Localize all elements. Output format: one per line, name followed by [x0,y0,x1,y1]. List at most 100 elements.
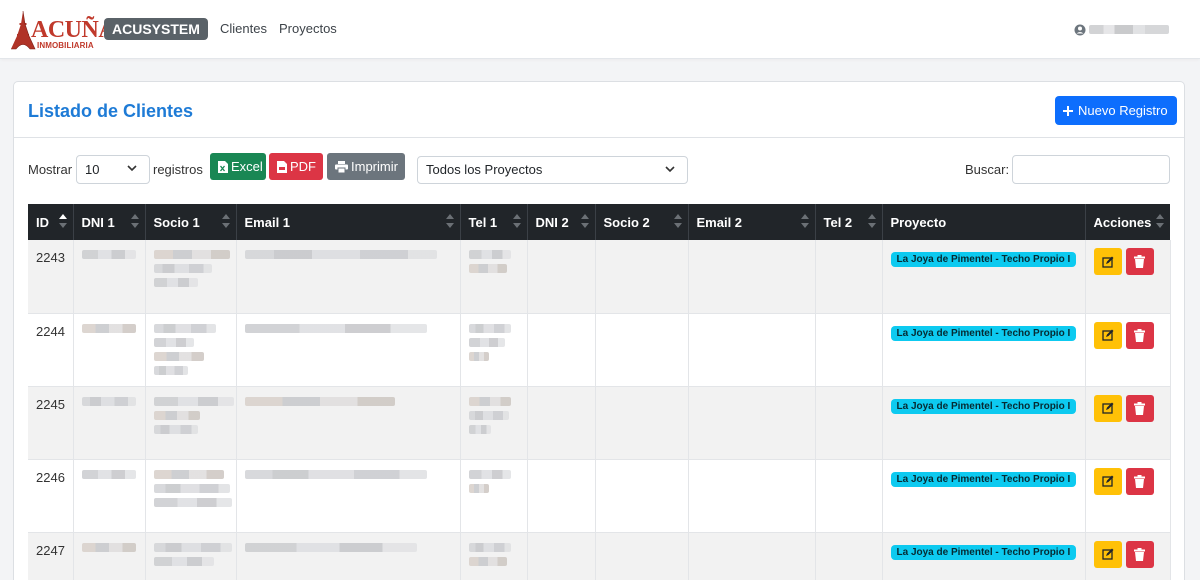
sort-arrows-icon [130,214,139,228]
project-filter-select[interactable]: Todos los Proyectos [417,156,688,184]
file-excel-icon [218,160,228,173]
column-header-socio2[interactable]: Socio 2 [595,204,689,240]
cell-id: 2246 [28,459,74,533]
cell-acciones [1085,532,1171,580]
cell-email2 [688,459,816,533]
column-header-tel1[interactable]: Tel 1 [460,204,528,240]
cell-dni2 [527,386,596,460]
cell-tel2 [815,532,883,580]
edit-button[interactable] [1093,248,1122,275]
column-header-socio1[interactable]: Socio 1 [145,204,237,240]
card-header: Listado de Clientes Nuevo Registro [14,82,1184,138]
column-header-proyecto[interactable]: Proyecto [882,204,1086,240]
cell-email2 [688,240,816,314]
cell-id: 2247 [28,532,74,580]
cell-dni2 [527,459,596,533]
sort-arrows-icon [867,214,876,228]
cell-proyecto: La Joya de Pimentel - Techo Propio I [882,532,1086,580]
sort-arrows-icon [58,214,67,228]
cell-proyecto: La Joya de Pimentel - Techo Propio I [882,386,1086,460]
app-name-badge[interactable]: ACUSYSTEM [104,18,208,40]
cell-socio1-redacted [145,313,237,387]
page-length-select[interactable]: 10 [76,155,150,184]
delete-button[interactable] [1125,394,1154,422]
cell-acciones [1085,386,1171,460]
sort-arrows-icon [1156,214,1164,228]
trash-icon [1134,255,1145,268]
trash-icon [1134,474,1145,488]
project-badge: La Joya de Pimentel - Techo Propio I [890,252,1077,267]
chevron-down-icon [127,165,137,172]
project-badge: La Joya de Pimentel - Techo Propio I [890,544,1077,560]
export-pdf-label: PDF [290,159,316,174]
trash-icon [1134,547,1145,561]
cell-socio1-redacted [145,386,237,460]
brand-logo[interactable]: ACUÑA INMOBILIARIA [10,10,116,50]
cell-tel1-redacted [460,386,528,460]
export-excel-button[interactable]: Excel [210,153,266,180]
cell-email1-redacted [236,459,461,533]
table-row[interactable]: 2245 La Joya de Pimentel - Techo Propio … [28,386,1171,460]
cell-tel1-redacted [460,240,528,314]
search-input[interactable] [1012,155,1170,184]
logo-text: ACUÑA [31,17,116,43]
cell-dni2 [527,240,596,314]
table-row[interactable]: 2246 La Joya de Pimentel - Techo Propio … [28,459,1171,533]
cell-email2 [688,532,816,580]
cell-tel1-redacted [460,532,528,580]
search-label: Buscar: [965,162,1010,177]
column-header-dni2[interactable]: DNI 2 [527,204,596,240]
table-row[interactable]: 2243 La Joya de Pimentel - Techo Propio … [28,240,1171,314]
column-header-tel2[interactable]: Tel 2 [815,204,883,240]
cell-socio1-redacted [145,532,237,580]
delete-button[interactable] [1125,321,1154,349]
cell-dni2 [527,532,596,580]
cell-tel2 [815,240,883,314]
nav-link-proyectos[interactable]: Proyectos [279,21,337,36]
edit-icon [1101,256,1113,268]
new-record-button[interactable]: Nuevo Registro [1055,96,1177,125]
column-header-email2[interactable]: Email 2 [688,204,816,240]
export-pdf-button[interactable]: PDF [269,153,323,180]
edit-button[interactable] [1093,321,1122,349]
edit-button[interactable] [1093,394,1122,422]
table-row[interactable]: 2247 La Joya de Pimentel - Techo Propio … [28,532,1171,580]
page-title: Listado de Clientes [28,101,194,121]
cell-tel2 [815,386,883,460]
project-badge: La Joya de Pimentel - Techo Propio I [890,325,1077,341]
printer-icon [335,160,348,173]
edit-icon [1101,402,1113,414]
cell-tel2 [815,313,883,387]
print-button[interactable]: Imprimir [327,153,405,180]
project-filter-value: Todos los Proyectos [426,162,543,177]
plus-icon [1063,105,1073,116]
edit-button[interactable] [1093,540,1122,568]
edit-icon [1101,329,1113,341]
cell-proyecto: La Joya de Pimentel - Techo Propio I [882,240,1086,314]
cell-tel1-redacted [460,313,528,387]
cell-dni1-redacted [73,459,146,533]
cell-socio1-redacted [145,459,237,533]
nav-link-clientes[interactable]: Clientes [220,21,267,36]
chevron-down-icon [665,166,675,173]
cell-dni1-redacted [73,313,146,387]
edit-button[interactable] [1093,467,1122,495]
cell-dni2 [527,313,596,387]
project-badge: La Joya de Pimentel - Techo Propio I [890,398,1077,414]
top-navbar: ACUÑA INMOBILIARIA ACUSYSTEM Clientes Pr… [0,0,1200,59]
table-row[interactable]: 2244 La Joya de Pimentel - Techo Propio … [28,313,1171,387]
cell-acciones [1085,459,1171,533]
delete-button[interactable] [1125,248,1154,275]
cell-dni1-redacted [73,240,146,314]
delete-button[interactable] [1125,540,1154,568]
column-header-email1[interactable]: Email 1 [236,204,461,240]
column-header-acciones: Acciones [1085,204,1170,240]
project-badge: La Joya de Pimentel - Techo Propio I [890,471,1077,487]
column-header-id[interactable]: ID [28,204,74,240]
delete-button[interactable] [1125,467,1154,495]
file-pdf-icon [277,160,287,173]
clients-table: ID DNI 1 Socio 1 Email 1 Tel 1 DNI 2 Soc… [28,204,1171,580]
column-header-dni1[interactable]: DNI 1 [73,204,146,240]
page-length-value: 10 [85,162,100,177]
show-label: Mostrar [28,162,73,177]
